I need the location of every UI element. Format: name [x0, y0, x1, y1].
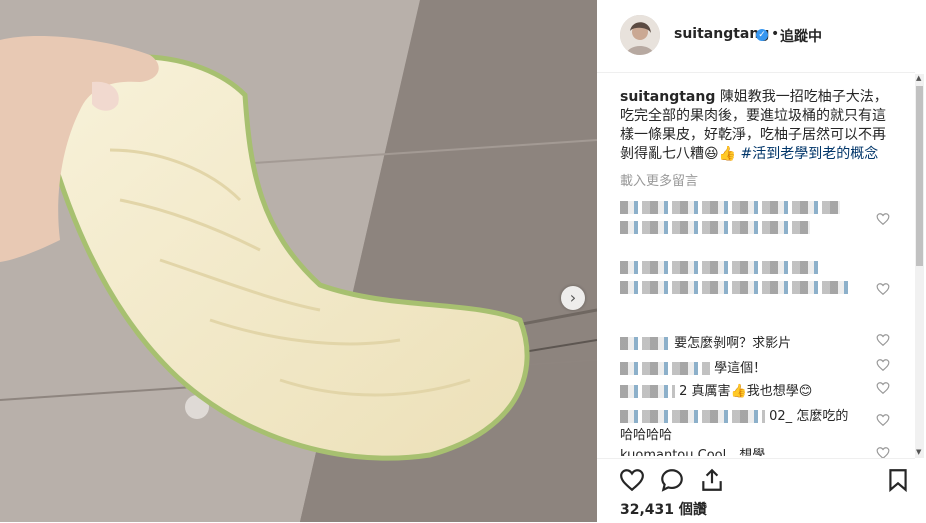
like-comment-heart-icon[interactable] — [876, 333, 890, 347]
comment-row-blurred — [620, 260, 893, 275]
caption-username[interactable]: suitangtang — [620, 89, 715, 105]
like-comment-heart-icon[interactable] — [876, 358, 890, 372]
verified-badge-icon: ✓ — [756, 29, 768, 41]
like-heart-icon[interactable] — [619, 467, 645, 493]
comment-row: 2 真厲害👍我也想學😊 — [620, 380, 893, 399]
following-button[interactable]: 追蹤中 — [780, 26, 822, 46]
like-comment-heart-icon[interactable] — [876, 381, 890, 395]
redacted-username — [620, 385, 675, 398]
post-photo — [0, 0, 597, 522]
comment-row: kuomantou Cool，想學 — [620, 444, 893, 456]
comment-bubble-icon[interactable] — [659, 467, 685, 493]
next-photo-button[interactable]: › — [561, 286, 585, 310]
redacted-username — [620, 410, 765, 423]
like-comment-heart-icon[interactable] — [876, 212, 890, 226]
caption: suitangtang 陳姐教我一招吃柚子大法，吃完全部的果肉後，要進垃圾桶的就… — [620, 88, 893, 164]
comment-row-blurred — [620, 280, 893, 295]
bookmark-icon[interactable] — [885, 467, 911, 493]
load-more-comments-button[interactable]: 載入更多留言 — [620, 170, 893, 189]
redacted-comment — [620, 201, 840, 214]
comment-text: kuomantou Cool，想學 — [620, 448, 766, 456]
scroll-up-arrow-icon[interactable]: ▲ — [916, 74, 921, 82]
comment-row: 哈哈哈哈 — [620, 424, 893, 443]
comment-row: 02_ 怎麼吃的 — [620, 405, 893, 424]
like-comment-heart-icon[interactable] — [876, 282, 890, 296]
redacted-username — [620, 337, 670, 350]
avatar[interactable] — [620, 15, 660, 55]
redacted-comment — [620, 281, 850, 294]
comment-text: 哈哈哈哈 — [620, 428, 673, 443]
post-side-panel: suitangtang ✓ • 追蹤中 suitangtang 陳姐教我一招吃柚… — [597, 0, 926, 522]
comment-text: 02_ 怎麼吃的 — [769, 409, 849, 424]
redacted-comment — [620, 261, 820, 274]
comment-text: 學這個！ — [714, 361, 767, 376]
scroll-down-arrow-icon[interactable]: ▼ — [916, 448, 921, 456]
redacted-comment — [620, 221, 810, 234]
caption-hashtag[interactable]: #活到老學到老的概念 — [740, 146, 878, 162]
share-icon[interactable] — [699, 467, 725, 493]
comment-text: 要怎麼剝啊？求影片 — [674, 336, 792, 351]
comment-list: suitangtang 陳姐教我一招吃柚子大法，吃完全部的果肉後，要進垃圾桶的就… — [620, 88, 893, 456]
scrollbar-thumb[interactable] — [916, 86, 923, 266]
pomelo-peel-image — [0, 0, 597, 522]
comment-row: 要怎麼剝啊？求影片 — [620, 332, 893, 351]
like-comment-heart-icon[interactable] — [876, 413, 890, 427]
like-count[interactable]: 32,431 個讚 — [620, 499, 707, 519]
comment-row-blurred — [620, 220, 893, 235]
comment-text: 2 真厲害👍我也想學😊 — [679, 384, 813, 399]
comment-row: 學這個！ — [620, 357, 893, 376]
redacted-username — [620, 362, 710, 375]
comments-scrollbar[interactable]: ▲ ▼ — [915, 74, 924, 458]
comment-row-blurred — [620, 200, 893, 215]
post-header: suitangtang ✓ • 追蹤中 — [597, 0, 915, 73]
separator-dot: • — [771, 26, 780, 42]
